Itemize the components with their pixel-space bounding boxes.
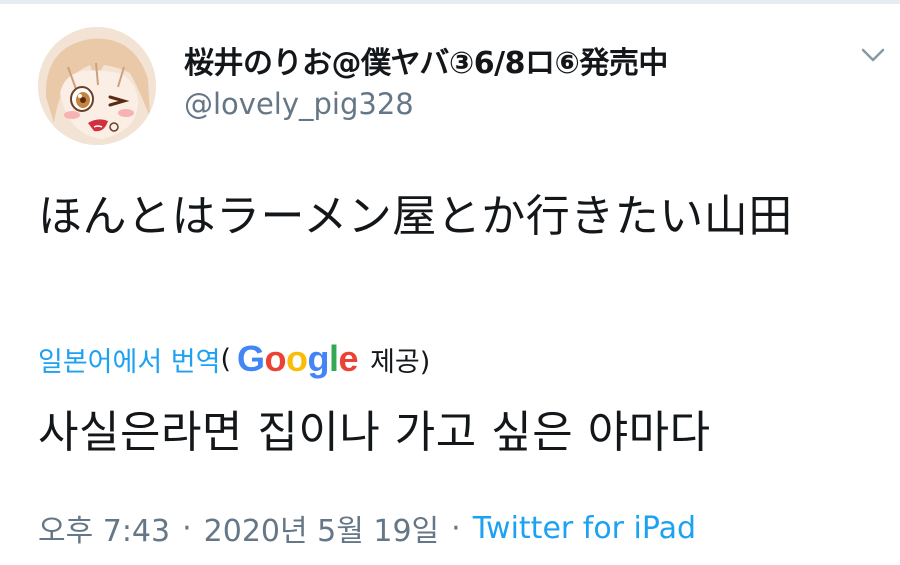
google-logo-letter: G (237, 338, 265, 379)
tweet-meta: 오후 7:43 · 2020년 5월 19일 · Twitter for iPa… (38, 506, 696, 550)
google-logo-letter: l (329, 338, 339, 379)
tweet-source-link[interactable]: Twitter for iPad (473, 511, 696, 546)
translated-tweet-text: 사실은라면 집이나 가고 싶은 야마다 (38, 407, 711, 458)
open-paren: ( (220, 343, 232, 375)
google-logo-letter: e (338, 338, 359, 379)
display-name[interactable]: 桜井のりお@僕ヤバ③6/8ロ⑥発売中 (184, 38, 668, 82)
avatar[interactable] (38, 27, 156, 145)
user-handle[interactable]: @lovely_pig328 (184, 87, 414, 121)
translated-from-link[interactable]: 일본어에서 번역 (38, 340, 220, 379)
google-logo-icon: Google (237, 338, 359, 380)
provided-label: 제공) (370, 346, 431, 378)
meta-separator: · (451, 510, 461, 546)
meta-separator: · (182, 510, 192, 546)
tweet-date[interactable]: 2020년 5월 19일 (204, 506, 439, 550)
top-divider (0, 0, 900, 4)
chevron-down-icon[interactable] (855, 40, 891, 70)
google-logo-letter: g (307, 338, 330, 379)
tweet-text: ほんとはラーメン屋とか行きたい山田 (38, 191, 793, 242)
anime-girl-avatar-icon (38, 27, 156, 145)
google-logo-letter: o (286, 338, 308, 379)
google-logo-letter: o (264, 338, 287, 379)
translation-attribution: 일본어에서 번역 ( Google 제공) (38, 336, 430, 382)
tweet-time[interactable]: 오후 7:43 (38, 506, 170, 550)
